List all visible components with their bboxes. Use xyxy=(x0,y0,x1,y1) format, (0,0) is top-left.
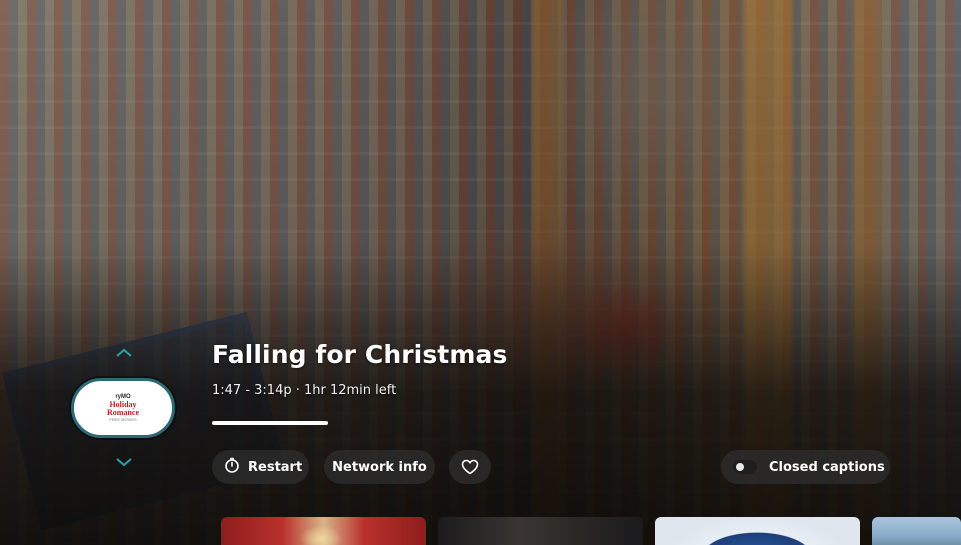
progress-bar xyxy=(212,421,612,425)
network-info-button[interactable]: Network info xyxy=(324,450,435,484)
channel-up-button[interactable] xyxy=(112,346,136,360)
toggle-knob xyxy=(736,463,744,471)
related-thumbnail-3[interactable] xyxy=(655,517,860,545)
logo-subtitle: FREE MOVIES xyxy=(109,416,137,422)
related-thumbnail-2[interactable] xyxy=(438,517,643,545)
restart-label: Restart xyxy=(248,459,303,475)
chevron-up-icon xyxy=(116,348,132,357)
chevron-down-icon xyxy=(116,458,132,467)
program-title: Falling for Christmas xyxy=(212,340,508,369)
closed-captions-toggle[interactable]: Closed captions xyxy=(721,450,890,484)
progress-fill xyxy=(212,421,328,425)
heart-icon xyxy=(461,459,479,475)
related-thumbnail-4[interactable] xyxy=(872,517,961,545)
restart-button[interactable]: Restart xyxy=(212,450,309,484)
channel-logo[interactable]: ryMO Holiday Romance FREE MOVIES xyxy=(71,378,175,438)
closed-captions-label: Closed captions xyxy=(769,459,885,475)
network-info-label: Network info xyxy=(332,459,427,475)
restart-icon xyxy=(224,457,240,477)
favorite-button[interactable] xyxy=(449,450,491,484)
related-thumbnail-1[interactable] xyxy=(221,517,426,545)
channel-down-button[interactable] xyxy=(112,455,136,469)
logo-title-line2: Romance xyxy=(107,407,139,417)
toggle-switch[interactable] xyxy=(733,460,757,474)
program-time-info: 1:47 - 3:14p · 1hr 12min left xyxy=(212,383,397,398)
